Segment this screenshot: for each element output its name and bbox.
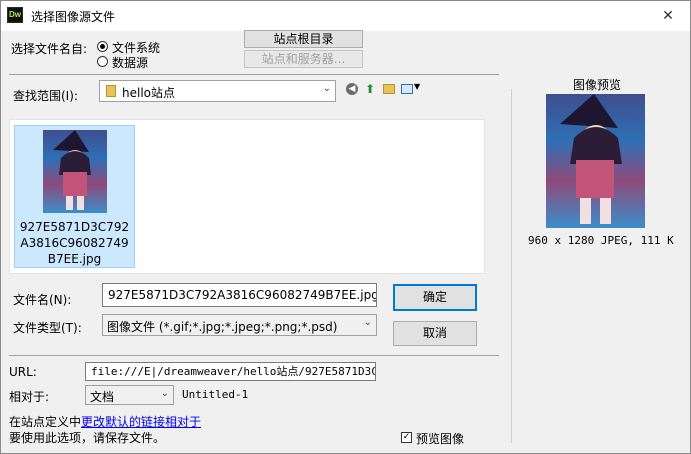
back-icon[interactable]: ◀ [346,83,358,95]
preview-info: 960 x 1280 JPEG, 111 K [528,234,674,247]
url-label: URL: [9,365,37,379]
filetype-label: 文件类型(T): [13,321,82,335]
preview-image-checkbox[interactable]: ✓ [401,432,412,443]
preview-title: 图像预览 [573,78,622,92]
folder-icon [106,85,116,97]
preview-image [546,94,645,228]
file-name: 927E5871D3C792A3816C96082749B7EE.jpg [19,220,130,266]
save-file-note: 要使用此选项，请保存文件。 [9,431,166,445]
preview-divider [511,89,512,443]
chevron-down-icon: ⌄ [363,317,372,328]
site-definition-note: 在站点定义中更改默认的链接相对于 [9,413,201,430]
cancel-button[interactable]: 取消 [393,321,477,346]
file-item[interactable]: 927E5871D3C792A3816C96082749B7EE.jpg [14,125,135,268]
top-separator [9,74,499,75]
filetype-dropdown[interactable]: 图像文件 (*.gif;*.jpg;*.jpeg;*.png;*.psd) ⌄ [102,314,377,336]
file-list[interactable]: 927E5871D3C792A3816C96082749B7EE.jpg [9,119,485,274]
radio-file-system[interactable] [97,41,108,52]
view-menu-icon[interactable] [401,84,413,94]
filetype-value: 图像文件 (*.gif;*.jpg;*.jpeg;*.png;*.psd) [107,320,338,334]
bottom-separator [9,355,499,356]
select-image-source-dialog: Dw 选择图像源文件 ✕ 选择文件名自: 文件系统 数据源 站点根目录 站点和服… [0,0,691,454]
site-root-button[interactable]: 站点根目录 [244,30,363,48]
change-default-link[interactable]: 更改默认的链接相对于 [81,415,201,429]
select-from-label: 选择文件名自: [11,42,88,56]
up-folder-icon[interactable]: ⬆ [365,82,375,96]
view-menu-dropdown-arrow-icon[interactable]: ▼ [414,82,420,91]
preview-image-label[interactable]: 预览图像 [416,430,464,447]
relative-label: 相对于: [9,390,50,404]
window-title: 选择图像源文件 [31,10,116,24]
lookin-label: 查找范围(I): [13,89,78,103]
url-input[interactable]: file:///E|/dreamweaver/hello站点/927E5871D… [85,362,376,381]
site-and-server-button[interactable]: 站点和服务器... [244,50,363,68]
new-folder-icon[interactable] [383,84,395,94]
file-thumbnail [43,130,107,213]
ok-button[interactable]: 确定 [393,284,477,311]
filename-input[interactable]: 927E5871D3C792A3816C96082749B7EE.jpg [102,283,377,307]
chevron-down-icon: ⌄ [322,83,331,94]
lookin-dropdown[interactable]: hello站点 ⌄ [99,80,336,102]
close-icon[interactable]: ✕ [646,1,690,31]
title-bar: Dw 选择图像源文件 ✕ [1,1,690,31]
filename-label: 文件名(N): [13,293,72,307]
chevron-down-icon: ⌄ [160,388,169,399]
radio-data-source-label[interactable]: 数据源 [112,54,148,71]
document-name: Untitled-1 [182,388,249,401]
dreamweaver-app-icon: Dw [7,7,23,23]
relative-value: 文档 [90,390,115,404]
relative-dropdown[interactable]: 文档 ⌄ [85,385,174,405]
radio-data-source[interactable] [97,56,108,67]
lookin-value: hello站点 [122,86,175,100]
site-definition-prefix: 在站点定义中 [9,415,82,429]
